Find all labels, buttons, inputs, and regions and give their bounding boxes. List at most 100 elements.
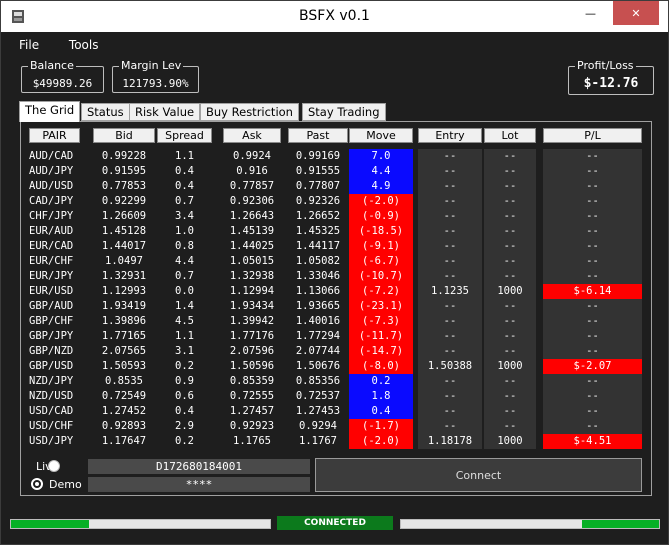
live-radio[interactable] [48,460,60,472]
cell-bid: 1.27452 [101,405,147,417]
cell-entry: -- [418,164,482,179]
tab-buy-restriction[interactable]: Buy Restriction [200,103,299,121]
cell-bid: 1.50593 [101,360,147,372]
cell-move: 4.9 [349,179,413,194]
cell-pair: GBP/AUD [29,300,74,312]
profit-loss-label: Profit/Loss [575,59,636,72]
header-move[interactable]: Move [349,128,413,143]
title-bar[interactable]: BSFX v0.1 — ✕ [1,1,668,32]
cell-pair: EUR/CAD [29,240,74,252]
cell-move: (-7.2) [349,284,413,299]
cell-bid: 0.92893 [101,420,147,432]
cell-ask: 1.44025 [229,240,275,252]
cell-spread: 0.6 [175,390,194,402]
cell-lot: -- [484,224,536,239]
cell-pair: GBP/CHF [29,315,74,327]
tab-status[interactable]: Status [81,103,130,121]
cell-pair: USD/CAD [29,405,74,417]
cell-move: (-1.7) [349,419,413,434]
header-past[interactable]: Past [288,128,348,143]
cell-pair: EUR/JPY [29,270,74,282]
cell-bid: 0.99228 [101,150,147,162]
header-entry[interactable]: Entry [418,128,482,143]
cell-bid: 1.44017 [101,240,147,252]
balance-label: Balance [28,59,76,72]
cell-pl: -- [543,389,642,404]
cell-pl: -- [543,149,642,164]
cell-pair: USD/CHF [29,420,74,432]
cell-pair: AUD/USD [29,180,74,192]
cell-ask: 2.07596 [229,345,275,357]
tab-risk-value[interactable]: Risk Value [129,103,201,121]
cell-past: 1.44117 [295,240,341,252]
cell-past: 1.33046 [295,270,341,282]
cell-pair: EUR/USD [29,285,74,297]
cell-lot: 1000 [484,359,536,374]
cell-entry: -- [418,344,482,359]
status-bar: CONNECTED [1,513,668,544]
cell-pl: -- [543,329,642,344]
demo-label: Demo [49,478,82,491]
cell-entry: -- [418,179,482,194]
cell-pl: -- [543,299,642,314]
minimize-button[interactable]: — [574,1,607,25]
cell-pair: EUR/AUD [29,225,74,237]
cell-entry: 1.18178 [418,434,482,449]
cell-lot: -- [484,389,536,404]
cell-move: (-7.3) [349,314,413,329]
cell-past: 0.99169 [295,150,341,162]
header-bid[interactable]: Bid [93,128,155,143]
cell-entry: -- [418,239,482,254]
cell-past: 1.45325 [295,225,341,237]
cell-move: (-23.1) [349,299,413,314]
cell-entry: 1.1235 [418,284,482,299]
cell-spread: 0.2 [175,360,194,372]
account-field[interactable]: D172680184001 [88,459,310,474]
cell-ask: 0.9924 [233,150,271,162]
cell-lot: -- [484,299,536,314]
cell-entry: -- [418,329,482,344]
cell-spread: 1.0 [175,225,194,237]
cell-pair: NZD/JPY [29,375,74,387]
cell-ask: 1.26643 [229,210,275,222]
close-button[interactable]: ✕ [613,1,659,25]
cell-spread: 3.1 [175,345,194,357]
cell-lot: -- [484,314,536,329]
cell-bid: 0.72549 [101,390,147,402]
cell-spread: 0.7 [175,195,194,207]
cell-spread: 0.4 [175,405,194,417]
header-lot[interactable]: Lot [484,128,536,143]
cell-past: 0.77807 [295,180,341,192]
connect-button[interactable]: Connect [315,458,642,492]
profit-loss-box: Profit/Loss $-12.76 [568,59,654,95]
cell-past: 0.91555 [295,165,341,177]
cell-ask: 1.50596 [229,360,275,372]
cell-lot: -- [484,419,536,434]
cell-pl: $-2.07 [543,359,642,374]
header-ask[interactable]: Ask [223,128,281,143]
header-pl[interactable]: P/L [543,128,642,143]
header-pair[interactable]: PAIR [29,128,80,143]
cell-bid: 2.07565 [101,345,147,357]
cell-past: 1.50676 [295,360,341,372]
app-window: BSFX v0.1 — ✕ File Tools Balance $49989.… [0,0,669,545]
menu-file[interactable]: File [15,37,43,53]
demo-radio[interactable] [31,478,43,490]
balance-box: Balance $49989.26 [21,59,104,93]
cell-past: 1.13066 [295,285,341,297]
cell-ask: 1.77176 [229,330,275,342]
left-progress-bar [10,519,271,529]
tab-stay-trading[interactable]: Stay Trading [302,103,386,121]
tab-the-grid[interactable]: The Grid [19,101,81,122]
cell-bid: 1.17647 [101,435,147,447]
password-field[interactable]: **** [88,477,310,492]
cell-spread: 0.4 [175,180,194,192]
header-spread[interactable]: Spread [157,128,212,143]
cell-spread: 0.7 [175,270,194,282]
menu-tools[interactable]: Tools [65,37,103,53]
cell-lot: -- [484,179,536,194]
cell-move: (-9.1) [349,239,413,254]
cell-bid: 0.8535 [105,375,143,387]
margin-box: Margin Lev 121793.90% [112,59,199,93]
cell-pl: $-6.14 [543,284,642,299]
